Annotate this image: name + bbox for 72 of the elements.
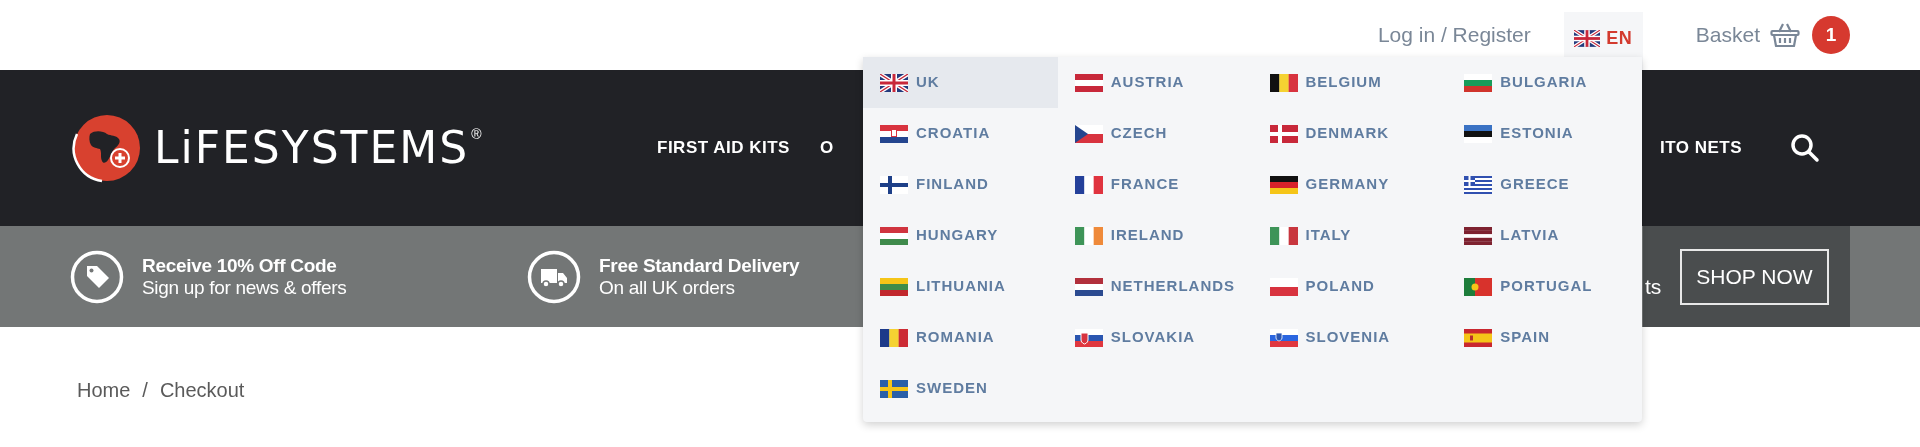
registered-mark: ® (471, 125, 482, 144)
country-option[interactable]: FINLAND (863, 159, 1058, 210)
country-option[interactable]: ITALY (1252, 210, 1448, 261)
country-option[interactable]: FRANCE (1057, 159, 1253, 210)
country-option[interactable]: IRELAND (1057, 210, 1253, 261)
flag-icon (880, 328, 908, 347)
basket-link[interactable]: Basket (1695, 19, 1760, 51)
nav-link[interactable]: FIRST AID KITS (657, 135, 790, 161)
basket-count-badge: 1 (1812, 16, 1850, 54)
flag-icon (1269, 226, 1298, 245)
country-option[interactable]: SLOVAKIA (1057, 312, 1253, 363)
flag-icon (1074, 277, 1103, 296)
breadcrumb-link[interactable]: Checkout (159, 375, 245, 405)
flag-icon (1269, 328, 1298, 347)
country-option[interactable]: SPAIN (1447, 312, 1642, 363)
country-option[interactable]: ESTONIA (1447, 108, 1642, 159)
promo-subtitle: On all UK orders (599, 276, 736, 299)
nav-link[interactable]: ITO NETS (1659, 135, 1742, 161)
flag-icon (1464, 73, 1493, 92)
breadcrumb-link[interactable]: Home (77, 375, 131, 405)
flag-icon (1074, 226, 1103, 245)
flag-icon (880, 277, 908, 296)
promo-subtitle: Sign up for news & offers (142, 276, 347, 299)
logo-icon (70, 112, 142, 184)
breadcrumb-separator: / (142, 378, 148, 403)
flag-icon (1074, 124, 1103, 143)
nav-link[interactable]: O (819, 135, 834, 161)
flag-icon (1464, 175, 1493, 194)
flag-icon (1464, 226, 1493, 245)
country-option[interactable]: PORTUGAL (1447, 261, 1642, 312)
promo-title: Receive 10% Off Code (142, 254, 338, 277)
country-option[interactable]: CROATIA (863, 108, 1058, 159)
tag-icon (70, 249, 124, 304)
flag-icon (1269, 124, 1298, 143)
country-option[interactable]: SWEDEN (863, 363, 1058, 414)
promo-title: Free Standard Delivery (599, 254, 800, 277)
flag-icon (1464, 277, 1493, 296)
country-option[interactable]: GERMANY (1252, 159, 1448, 210)
flag-icon (880, 73, 908, 92)
flag-icon (1269, 175, 1298, 194)
country-option[interactable]: HUNGARY (863, 210, 1058, 261)
country-option[interactable]: DENMARK (1252, 108, 1448, 159)
flag-icon (880, 124, 908, 143)
flag-icon (1269, 277, 1298, 296)
flag-icon (1074, 328, 1103, 347)
basket-icon[interactable] (1770, 22, 1800, 48)
login-register-link[interactable]: Log in / Register (1377, 19, 1531, 51)
search-icon[interactable] (1790, 133, 1820, 163)
logo-text: LiFESYSTEMS (154, 126, 470, 170)
flag-icon (880, 175, 908, 194)
country-option[interactable]: UK (863, 57, 1058, 108)
flag-icon (880, 379, 908, 398)
flag-icon (1074, 175, 1103, 194)
shop-now-button[interactable]: SHOP NOW (1680, 248, 1829, 305)
flag-icon (1464, 124, 1493, 143)
country-option[interactable]: POLAND (1252, 261, 1448, 312)
flag-icon (1464, 328, 1493, 347)
country-option[interactable]: LITHUANIA (863, 261, 1058, 312)
truck-icon (527, 249, 581, 304)
country-option[interactable]: ROMANIA (863, 312, 1058, 363)
flag-icon (1074, 73, 1103, 92)
country-option[interactable]: AUSTRIA (1057, 57, 1253, 108)
flag-icon (880, 226, 908, 245)
country-option[interactable]: BELGIUM (1252, 57, 1448, 108)
country-option[interactable]: CZECH (1057, 108, 1253, 159)
promo-text: ts (1645, 273, 1662, 300)
flag-icon (1269, 73, 1298, 92)
country-option[interactable]: LATVIA (1447, 210, 1642, 261)
flag-icon (1574, 30, 1601, 47)
country-option[interactable]: NETHERLANDS (1057, 261, 1253, 312)
country-option[interactable]: SLOVENIA (1252, 312, 1448, 363)
country-option[interactable]: GREECE (1447, 159, 1642, 210)
